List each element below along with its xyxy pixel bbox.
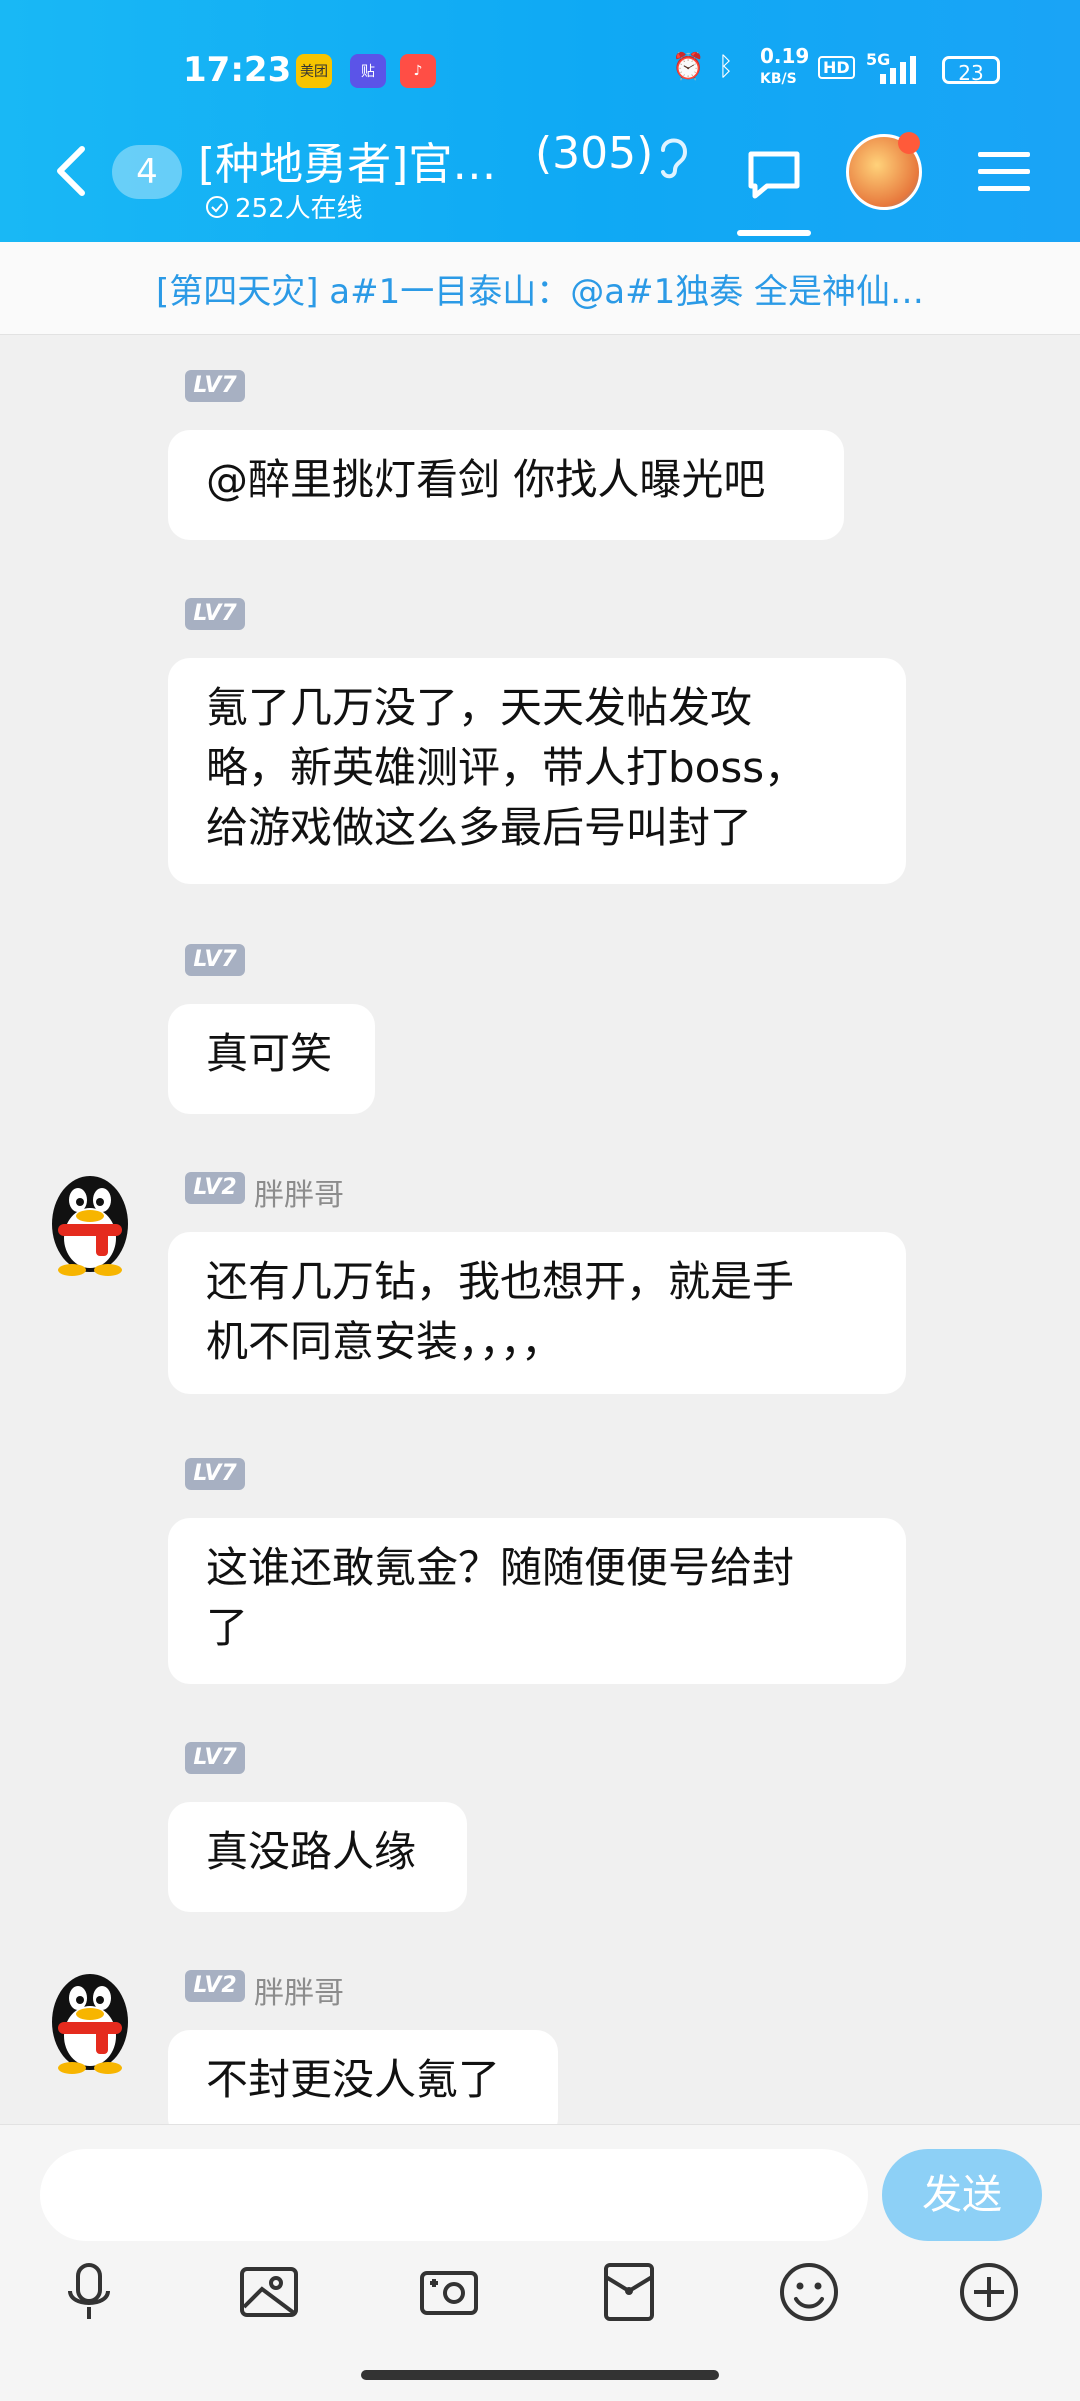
- plus-icon[interactable]: [956, 2259, 1022, 2325]
- music-app-icon: ♪: [400, 54, 436, 88]
- message-bubble[interactable]: 这谁还敢氪金？随随便便号给封 了: [168, 1518, 906, 1684]
- net-speed-value: 0.19: [760, 44, 810, 68]
- menu-icon[interactable]: [978, 150, 1030, 194]
- message-bubble[interactable]: @醉里挑灯看剑 你找人曝光吧: [168, 430, 844, 540]
- level-badge: LV7: [185, 1742, 245, 1774]
- qq-penguin-avatar[interactable]: [38, 1964, 142, 2074]
- message-bubble[interactable]: 不封更没人氪了: [168, 2030, 558, 2124]
- tab-underline: [737, 230, 811, 236]
- notification-dot: [898, 132, 920, 154]
- nickname[interactable]: 胖胖哥: [254, 1170, 344, 1214]
- camera-icon[interactable]: [416, 2259, 482, 2325]
- net-speed: 0.19 KB/S: [760, 46, 809, 89]
- bluetooth-icon: ᛒ: [718, 52, 734, 82]
- member-count[interactable]: (305): [535, 128, 653, 179]
- level-badge: LV7: [185, 370, 245, 402]
- qq-penguin-avatar[interactable]: [38, 1166, 142, 1276]
- level-badge: LV2: [185, 1172, 245, 1204]
- battery-indicator: 23: [942, 56, 1000, 85]
- message-input[interactable]: [40, 2149, 868, 2241]
- check-circle-icon: [206, 195, 228, 218]
- ear-icon[interactable]: [655, 134, 691, 180]
- group-title[interactable]: [种地勇者]官…: [198, 128, 496, 192]
- chat-header: 17:23 美团 贴 ♪ ⏰ ᛒ 0.19 KB/S HD 5G 23 4 [种…: [0, 0, 1080, 242]
- message-list[interactable]: LV7 @醉里挑灯看剑 你找人曝光吧 LV7 氪了几万没了，天天发帖发攻 略，新…: [0, 336, 1080, 2124]
- mic-icon[interactable]: [56, 2259, 122, 2325]
- online-count: 252人在线: [235, 194, 363, 224]
- status-time: 17:23: [183, 50, 292, 90]
- red-packet-icon[interactable]: [596, 2259, 662, 2325]
- tieba-app-icon: 贴: [350, 54, 386, 88]
- online-status: 252人在线: [205, 188, 363, 225]
- level-badge: LV7: [185, 1458, 245, 1490]
- emoji-icon[interactable]: [776, 2259, 842, 2325]
- message-bubble[interactable]: 真可笑: [168, 1004, 375, 1114]
- unread-badge[interactable]: 4: [112, 145, 182, 199]
- hd-icon: HD: [818, 56, 855, 79]
- net-speed-unit: KB/S: [760, 71, 797, 87]
- back-icon[interactable]: [52, 145, 92, 197]
- nickname[interactable]: 胖胖哥: [254, 1968, 344, 2012]
- pinned-notice[interactable]: [第四天灾] a#1一目泰山：@a#1独奏 全是神仙…: [0, 242, 1080, 335]
- notice-text: [第四天灾] a#1一目泰山：@a#1独奏 全是神仙…: [155, 271, 925, 312]
- message-bubble[interactable]: 还有几万钻，我也想开，就是手 机不同意安装，，，，: [168, 1232, 906, 1394]
- level-badge: LV7: [185, 598, 245, 630]
- send-button[interactable]: 发送: [882, 2149, 1042, 2241]
- level-badge: LV2: [185, 1970, 245, 2002]
- meituan-app-icon: 美团: [296, 54, 332, 88]
- message-bubble[interactable]: 氪了几万没了，天天发帖发攻 略，新英雄测评，带人打boss， 给游戏做这么多最后…: [168, 658, 906, 884]
- image-icon[interactable]: [236, 2259, 302, 2325]
- chat-bubble-icon[interactable]: [745, 146, 803, 204]
- message-bubble[interactable]: 真没路人缘: [168, 1802, 467, 1912]
- alarm-icon: ⏰: [672, 52, 705, 82]
- status-bar: 17:23 美团 贴 ♪ ⏰ ᛒ 0.19 KB/S HD 5G 23: [0, 46, 1080, 96]
- signal-icon: [880, 56, 916, 84]
- home-indicator[interactable]: [361, 2370, 719, 2380]
- level-badge: LV7: [185, 944, 245, 976]
- input-bar: 发送: [0, 2124, 1080, 2401]
